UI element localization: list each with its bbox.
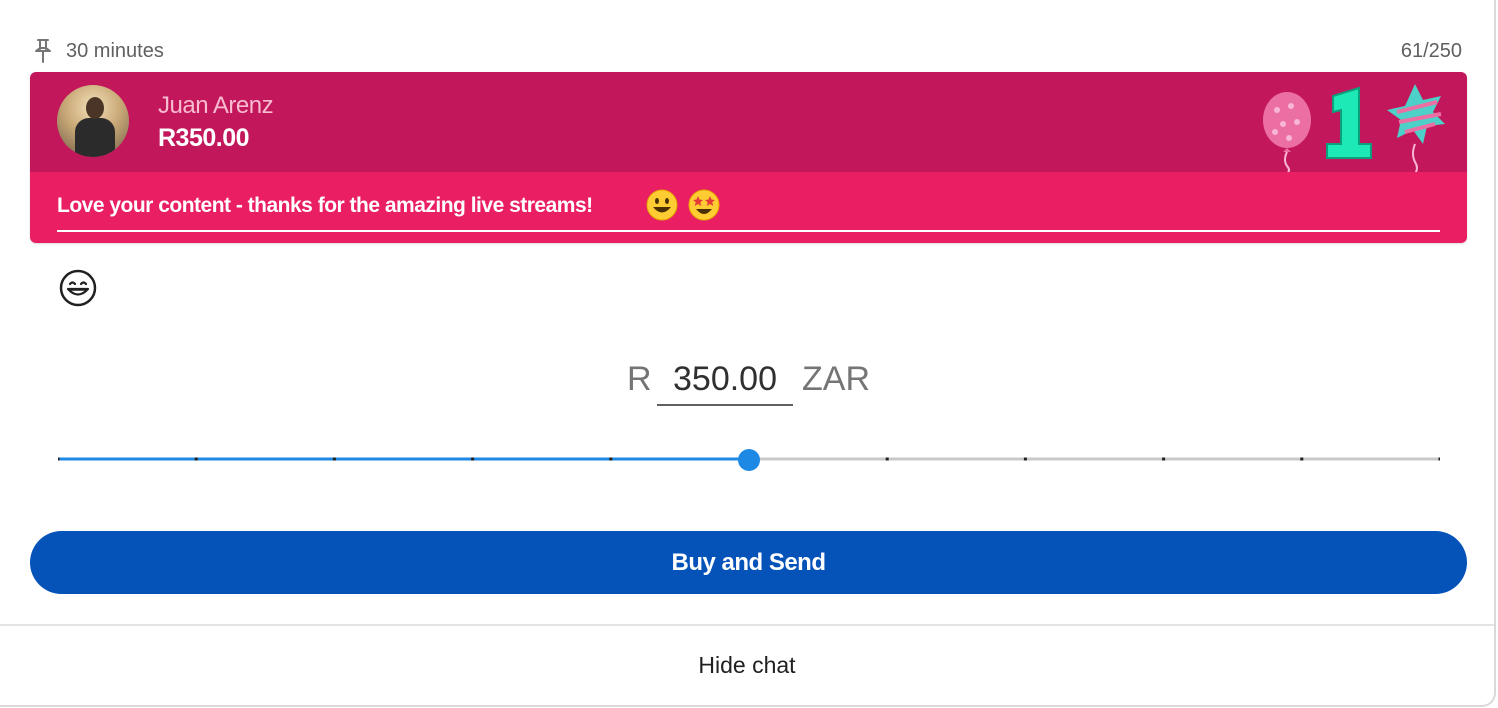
- slider-tick: [609, 457, 613, 461]
- slider-tick: [1162, 457, 1166, 461]
- slider-thumb[interactable]: [738, 449, 760, 471]
- superchat-message: Love your content - thanks for the amazi…: [57, 194, 593, 217]
- superchat-amount: R350.00: [158, 124, 250, 152]
- message-input[interactable]: Love your content - thanks for the amazi…: [57, 186, 1440, 232]
- slider-tick: [1023, 457, 1027, 461]
- slider-tick: [1438, 457, 1440, 461]
- meta-row: 30 minutes 61/250: [32, 36, 1462, 66]
- hide-chat-button[interactable]: Hide chat: [0, 626, 1494, 704]
- slider-tick: [58, 457, 60, 461]
- slider-tick: [332, 457, 336, 461]
- superchat-header: Juan Arenz R350.00: [30, 72, 1467, 174]
- superchat-preview-card: Juan Arenz R350.00 Love your content - t…: [30, 72, 1467, 243]
- grinning-face-emoji-icon: [646, 189, 678, 221]
- currency-code: ZAR: [802, 360, 870, 398]
- slider-tick: [1300, 457, 1304, 461]
- pin-duration: 30 minutes: [66, 40, 164, 62]
- amount-input[interactable]: [657, 354, 793, 406]
- slider-tick: [194, 457, 198, 461]
- avatar: [57, 85, 129, 157]
- amount-input-row: R ZAR: [0, 354, 1494, 414]
- superchat-panel: 30 minutes 61/250 Juan Arenz R350.00 Lov…: [0, 0, 1496, 707]
- superchat-message-area: Love your content - thanks for the amazi…: [30, 172, 1467, 243]
- slider-tick: [471, 457, 475, 461]
- character-counter: 61/250: [1400, 40, 1462, 62]
- balloons-decoration-icon: [1263, 84, 1445, 174]
- author-name: Juan Arenz: [158, 92, 274, 119]
- amount-slider[interactable]: [58, 442, 1440, 476]
- currency-prefix: R: [627, 360, 652, 398]
- buy-and-send-button[interactable]: Buy and Send: [30, 531, 1467, 594]
- star-struck-emoji-icon: [688, 189, 720, 221]
- slider-tick: [885, 457, 889, 461]
- smiley-icon[interactable]: [58, 268, 98, 308]
- pin-icon: [35, 39, 51, 63]
